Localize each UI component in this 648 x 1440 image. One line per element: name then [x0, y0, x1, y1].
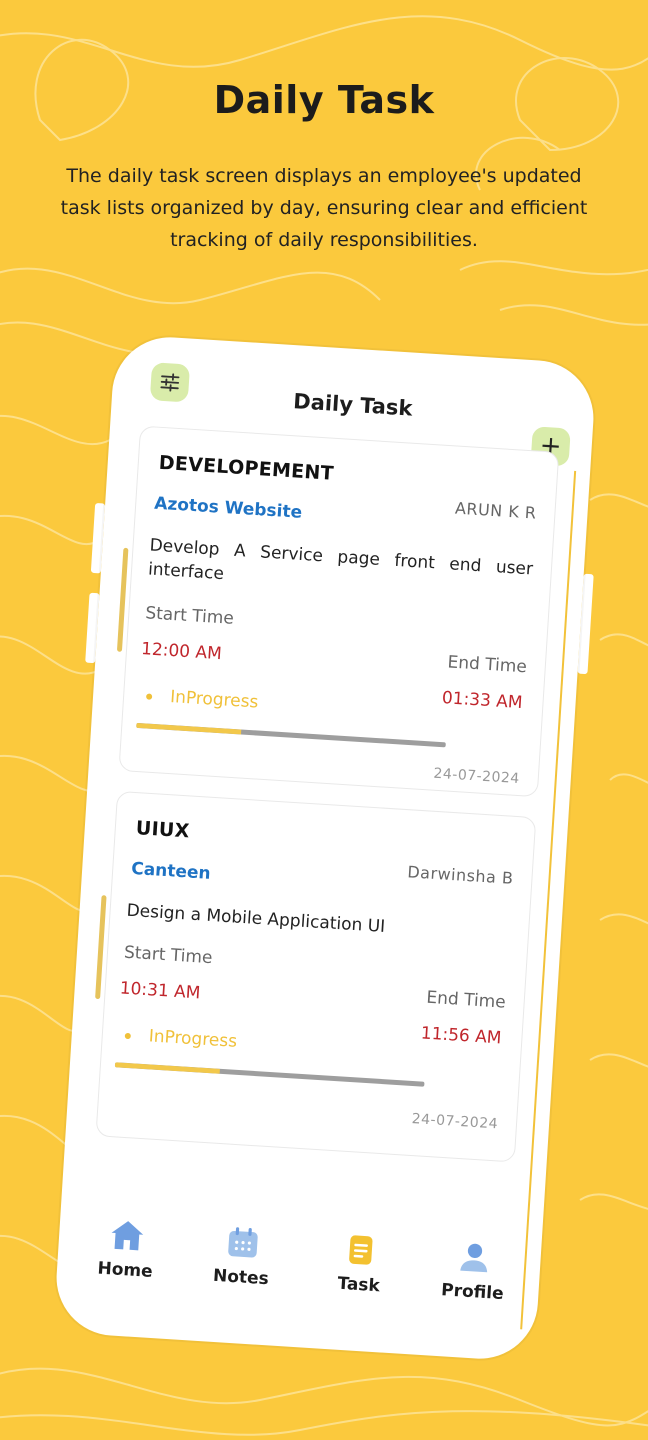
end-time-value: 11:56 AM	[420, 1023, 503, 1049]
end-time-label: End Time	[446, 652, 528, 678]
start-time-value: 10:31 AM	[119, 978, 201, 1004]
progress-bar	[136, 722, 446, 748]
app-title: Daily Task	[292, 389, 414, 421]
task-icon	[349, 1235, 373, 1265]
card-accent-bar	[95, 895, 107, 1000]
start-time-label: Start Time	[144, 603, 235, 629]
nav-label-profile: Profile	[440, 1280, 505, 1305]
nav-item-notes[interactable]: Notes	[190, 1221, 294, 1291]
end-time-label: End Time	[425, 987, 507, 1013]
start-time-value: 12:00 AM	[140, 639, 223, 665]
task-category: UIUX	[135, 817, 191, 843]
card-accent-bar	[116, 547, 129, 652]
task-assignee: Darwinsha B	[406, 862, 515, 888]
nav-item-home[interactable]: Home	[75, 1213, 179, 1283]
task-project-link[interactable]: Azotos Website	[154, 494, 303, 523]
task-card[interactable]: DEVELOPEMENT Azotos Website ARUN K R Dev…	[116, 425, 560, 798]
task-status: InProgress	[148, 1026, 238, 1052]
progress-fill	[114, 1062, 221, 1074]
progress-bar	[114, 1062, 425, 1087]
task-date: 24-07-2024	[411, 1110, 499, 1133]
end-time-value: 01:33 AM	[441, 688, 524, 714]
calendar-icon	[228, 1227, 258, 1258]
bottom-navigation: Home Notes Task Profile	[68, 1203, 528, 1341]
nav-item-task[interactable]: Task	[308, 1228, 412, 1298]
task-card[interactable]: UIUX Canteen Darwinsha B Design a Mobile…	[95, 790, 537, 1163]
task-project-link[interactable]: Canteen	[131, 859, 211, 884]
progress-fill	[136, 722, 242, 735]
home-icon	[111, 1221, 144, 1251]
task-description: Develop A Service page front end user in…	[147, 535, 534, 585]
status-dot-icon	[145, 693, 153, 700]
promo-subtitle: The daily task screen displays an employ…	[60, 165, 588, 251]
nav-item-profile[interactable]: Profile	[422, 1235, 526, 1305]
app-screen: Daily Task + DEVELOPEMENT Azotos Website…	[68, 347, 582, 1350]
promo-title: Daily Task	[213, 78, 435, 122]
task-assignee: ARUN K R	[454, 498, 538, 523]
profile-icon	[460, 1243, 488, 1273]
status-dot-icon	[124, 1032, 131, 1040]
nav-label-home: Home	[96, 1258, 154, 1282]
nav-label-task: Task	[336, 1273, 381, 1297]
task-date: 24-07-2024	[433, 765, 521, 788]
task-status: InProgress	[169, 687, 259, 713]
start-time-label: Start Time	[123, 942, 214, 969]
task-category: DEVELOPEMENT	[158, 451, 335, 485]
nav-label-notes: Notes	[212, 1265, 270, 1290]
task-description: Design a Mobile Application UI	[126, 900, 386, 937]
phone-mockup: Daily Task + DEVELOPEMENT Azotos Website…	[53, 333, 597, 1363]
